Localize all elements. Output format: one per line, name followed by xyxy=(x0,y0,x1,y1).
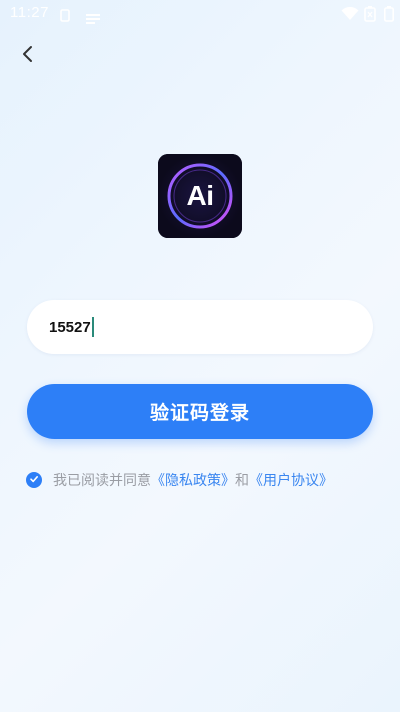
text-caret xyxy=(92,317,94,337)
logo-text: Ai xyxy=(186,180,215,211)
notification-icon xyxy=(86,9,100,28)
agreement-row: 我已阅读并同意 《隐私政策》 和 《用户协议》 xyxy=(26,469,333,491)
app-logo: Ai xyxy=(158,154,242,238)
back-button[interactable] xyxy=(14,42,42,70)
agreement-conjunction: 和 xyxy=(235,473,249,489)
chevron-left-icon xyxy=(21,45,35,67)
agreement-prefix: 我已阅读并同意 xyxy=(53,473,151,489)
battery-icon xyxy=(384,6,394,26)
phone-field[interactable]: 15527 xyxy=(27,300,373,354)
verification-code-login-button[interactable]: 验证码登录 xyxy=(27,384,373,439)
wifi-icon xyxy=(341,6,359,25)
sim-card-icon xyxy=(60,7,70,26)
checkmark-icon xyxy=(29,472,39,488)
user-agreement-link[interactable]: 《用户协议》 xyxy=(249,470,333,490)
phone-input-value: 15527 xyxy=(49,318,91,336)
agreement-checkbox[interactable] xyxy=(26,472,42,488)
status-time: 11:27 xyxy=(10,4,49,21)
status-bar: 11:27 xyxy=(0,0,400,28)
phone-input[interactable]: 15527 xyxy=(49,300,91,354)
privacy-policy-link[interactable]: 《隐私政策》 xyxy=(151,470,235,490)
battery-x-icon xyxy=(364,6,376,26)
